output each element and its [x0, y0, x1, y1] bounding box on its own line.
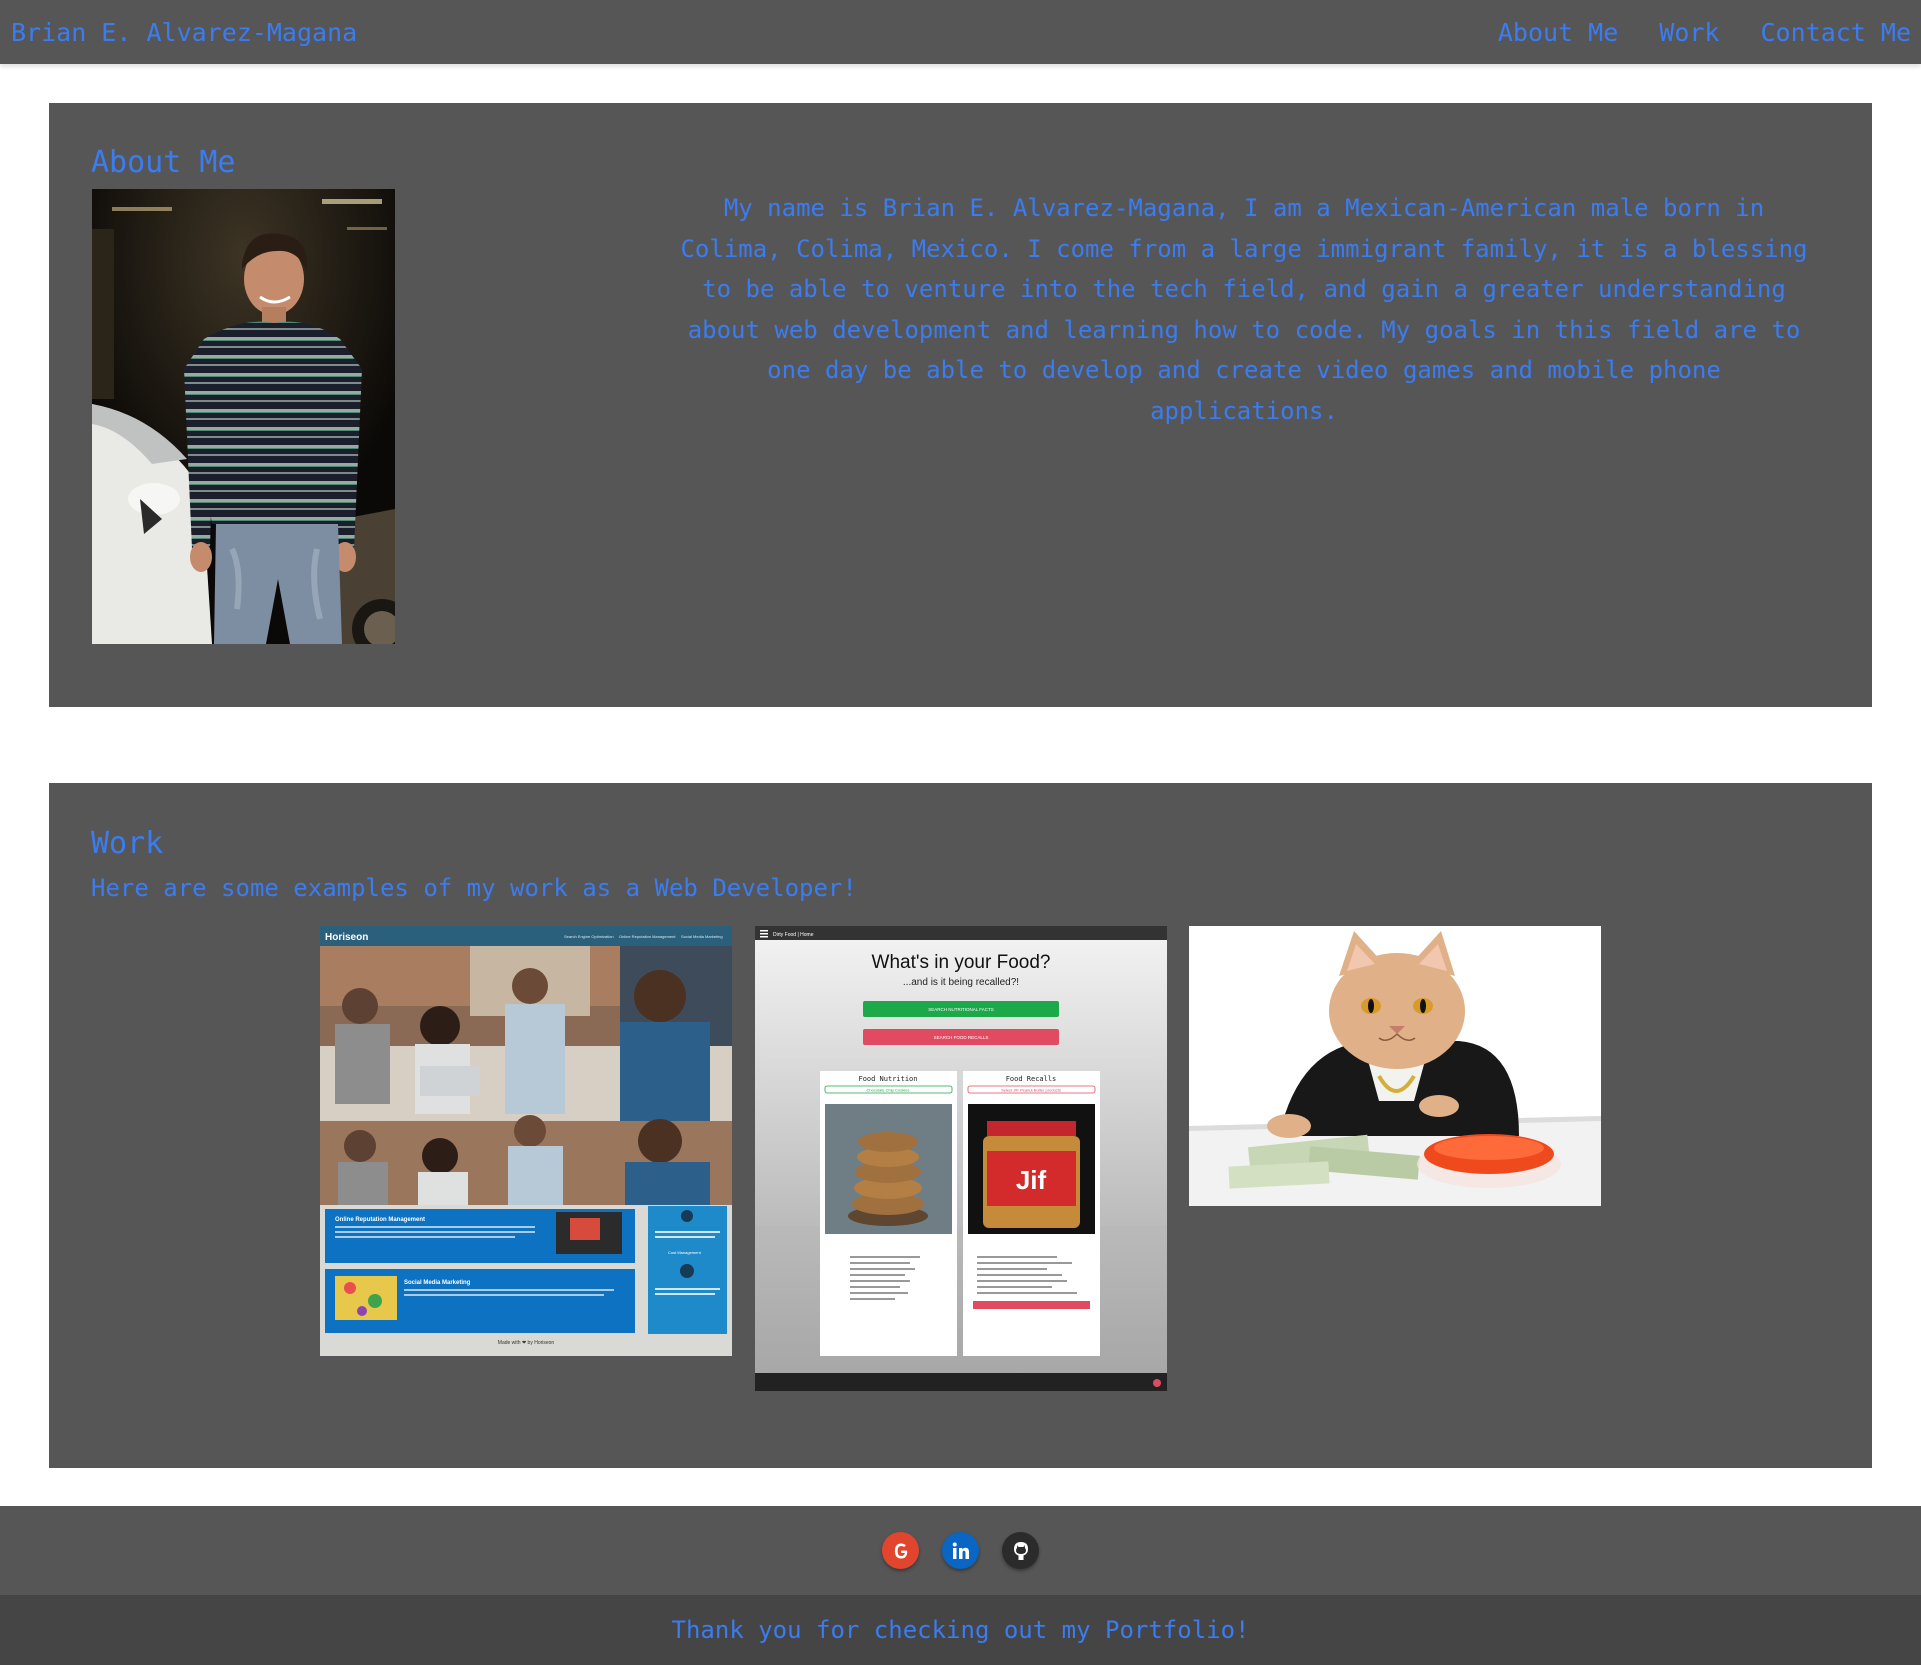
dirtyfood-nav-title: Dirty Food | Home	[773, 932, 814, 938]
work-title: Work	[91, 826, 164, 861]
work-subtitle: Here are some examples of my work as a W…	[91, 874, 857, 902]
horiseon-nav-3: Social Media Marketing	[681, 934, 723, 939]
linkedin-icon[interactable]	[942, 1532, 979, 1569]
github-icon[interactable]	[1002, 1532, 1039, 1569]
horiseon-section-1: Online Reputation Management	[335, 1217, 425, 1223]
nav-links: About Me Work Contact Me	[1498, 18, 1911, 47]
dirtyfood-chip-recalls: Select JIF Peanut Butter products	[1001, 1088, 1061, 1093]
dirtyfood-btn-nutrition: SEARCH NUTRITIONAL FACTS	[928, 1007, 994, 1012]
nav-link-work[interactable]: Work	[1659, 18, 1719, 47]
social-links	[0, 1506, 1921, 1595]
profile-photo	[92, 189, 395, 644]
project-thumbnail-horiseon[interactable]: Horiseon Search Engine Optimization Onli…	[320, 926, 732, 1356]
about-title: About Me	[91, 145, 236, 180]
horiseon-nav-1: Search Engine Optimization	[564, 934, 614, 939]
dirtyfood-btn-recalls: SEARCH FOOD RECALLS	[934, 1035, 989, 1040]
navbar: Brian E. Alvarez-Magana About Me Work Co…	[0, 0, 1921, 64]
dirtyfood-col-nutrition: Food Nutrition	[858, 1075, 917, 1083]
dirtyfood-subheading: ...and is it being recalled?!	[903, 977, 1019, 988]
horiseon-section-2: Social Media Marketing	[404, 1280, 471, 1286]
brand-name[interactable]: Brian E. Alvarez-Magana	[11, 18, 357, 47]
google-icon[interactable]	[882, 1532, 919, 1569]
nav-link-contact[interactable]: Contact Me	[1760, 18, 1911, 47]
dirtyfood-heading: What's in your Food?	[872, 952, 1051, 973]
footer-text: Thank you for checking out my Portfolio!	[671, 1616, 1250, 1644]
dirtyfood-chip-nutrition: Chocolate Chip Cookies	[867, 1088, 910, 1093]
horiseon-nav-2: Online Reputation Management	[619, 934, 676, 939]
about-section: About Me My name is Brian E. Alvarez-Mag…	[49, 103, 1872, 707]
horiseon-brand: Horiseon	[325, 932, 368, 943]
horiseon-sidebar-heading: Cost Management	[668, 1250, 702, 1255]
project-thumbnail-cat[interactable]	[1189, 926, 1601, 1206]
dirtyfood-jar-label: Jif	[1016, 1165, 1047, 1195]
horiseon-footer: Made with ❤ by Horiseon	[498, 1340, 555, 1346]
footer-bar: Thank you for checking out my Portfolio!	[0, 1595, 1921, 1665]
project-thumbnail-dirty-food[interactable]: Dirty Food | Home What's in your Food? .…	[755, 926, 1167, 1391]
nav-link-about[interactable]: About Me	[1498, 18, 1618, 47]
dirtyfood-col-recalls: Food Recalls	[1006, 1075, 1057, 1083]
work-section: Work Here are some examples of my work a…	[49, 783, 1872, 1468]
about-text: My name is Brian E. Alvarez-Magana, I am…	[680, 194, 1808, 425]
